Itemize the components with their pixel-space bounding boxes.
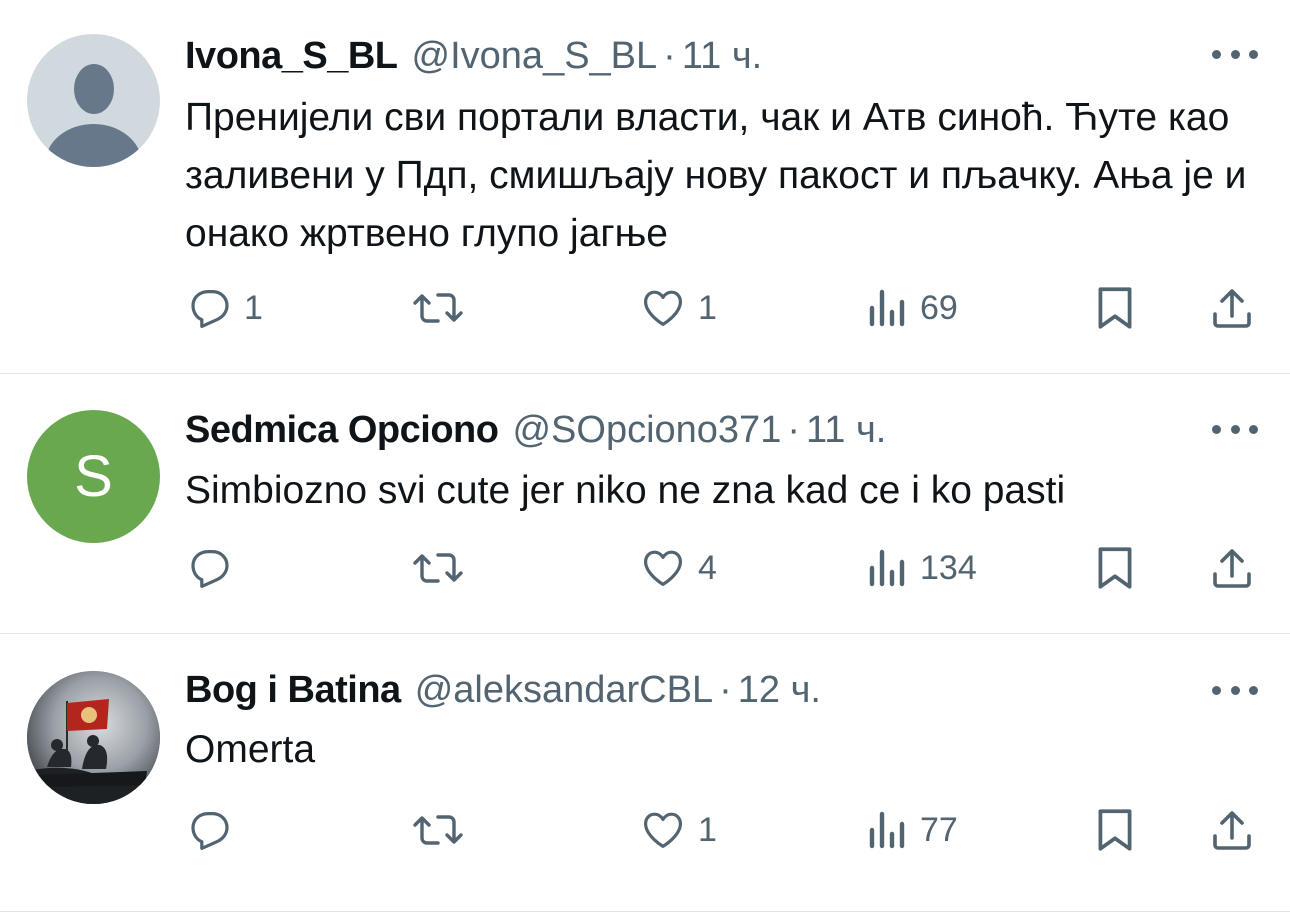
display-name[interactable]: Sedmica Opciono: [185, 408, 499, 452]
views-icon: [869, 811, 905, 849]
tweet[interactable]: Ivona_S_BL @Ivona_S_BL · 11 ч. Пренијели…: [0, 0, 1290, 374]
like-button[interactable]: 1: [638, 800, 717, 860]
reply-feed: Ivona_S_BL @Ivona_S_BL · 11 ч. Пренијели…: [0, 0, 1290, 916]
bookmark-button[interactable]: [1094, 538, 1136, 598]
tweet-actions: 1 77: [0, 800, 1290, 860]
share-icon: [1213, 811, 1251, 850]
tweet[interactable]: S Sedmica Opciono @SOpciono371 · 11 ч. S…: [0, 374, 1290, 634]
bookmark-icon: [1098, 287, 1132, 329]
avatar[interactable]: [27, 671, 160, 804]
display-name[interactable]: Bog i Batina: [185, 668, 401, 712]
avatar-letter: S: [74, 444, 113, 509]
heart-icon: [644, 290, 682, 326]
view-count: 134: [920, 548, 977, 587]
more-icon[interactable]: [1212, 48, 1258, 60]
share-button[interactable]: [1208, 800, 1256, 860]
retweet-button[interactable]: [410, 800, 466, 860]
tweet-text: Simbiozno svi cute jer niko ne zna kad c…: [185, 469, 1066, 512]
separator: ·: [719, 669, 732, 711]
display-name[interactable]: Ivona_S_BL: [185, 34, 398, 78]
heart-icon: [644, 550, 682, 586]
bookmark-icon: [1098, 547, 1132, 589]
tweet-text: Пренијели сви портали власти, чак и Атв …: [185, 96, 1247, 255]
view-count: 77: [920, 810, 958, 849]
views-icon: [869, 549, 905, 587]
more-icon[interactable]: [1212, 684, 1258, 696]
default-profile-icon: [74, 64, 114, 114]
tweet-actions: 4 134: [0, 538, 1290, 598]
bookmark-button[interactable]: [1094, 800, 1136, 860]
retweet-icon: [413, 553, 463, 583]
heart-icon: [644, 812, 682, 848]
like-count: 4: [698, 548, 717, 587]
share-icon: [1213, 549, 1251, 588]
user-handle[interactable]: @SOpciono371: [512, 408, 781, 452]
retweet-icon: [413, 815, 463, 845]
share-button[interactable]: [1208, 538, 1256, 598]
avatar[interactable]: [27, 34, 160, 167]
views-button[interactable]: 69: [866, 278, 958, 338]
tweet-text: Omerta: [185, 728, 316, 771]
like-count: 1: [698, 810, 717, 849]
view-count: 69: [920, 288, 958, 327]
share-button[interactable]: [1208, 278, 1256, 338]
reply-icon: [191, 290, 229, 328]
user-handle[interactable]: @aleksandarCBL: [415, 668, 713, 712]
like-button[interactable]: 1: [638, 278, 717, 338]
tweet-header: Ivona_S_BL @Ivona_S_BL · 11 ч.: [185, 34, 762, 78]
tweet-header: Bog i Batina @aleksandarCBL · 12 ч.: [185, 668, 821, 712]
more-icon[interactable]: [1212, 423, 1258, 435]
tweet[interactable]: Bog i Batina @aleksandarCBL · 12 ч. Omer…: [0, 634, 1290, 912]
timestamp[interactable]: 11 ч.: [682, 34, 762, 78]
reply-button[interactable]: [186, 538, 244, 598]
bookmark-icon: [1098, 809, 1132, 851]
like-button[interactable]: 4: [638, 538, 717, 598]
tweet-actions: 1 1 69: [0, 278, 1290, 338]
reply-button[interactable]: 1: [186, 278, 263, 338]
views-button[interactable]: 134: [866, 538, 977, 598]
reply-count: 1: [244, 288, 263, 327]
views-button[interactable]: 77: [866, 800, 958, 860]
separator: ·: [787, 409, 800, 451]
user-handle[interactable]: @Ivona_S_BL: [412, 34, 658, 78]
reply-icon: [191, 812, 229, 850]
timestamp[interactable]: 12 ч.: [738, 668, 821, 712]
like-count: 1: [698, 288, 717, 327]
views-icon: [869, 289, 905, 327]
retweet-button[interactable]: [410, 538, 466, 598]
reply-icon: [191, 550, 229, 588]
reply-button[interactable]: [186, 800, 244, 860]
retweet-button[interactable]: [410, 278, 466, 338]
photo-avatar: [27, 671, 160, 804]
avatar[interactable]: S: [27, 410, 160, 543]
tweet-header: Sedmica Opciono @SOpciono371 · 11 ч.: [185, 408, 886, 452]
share-icon: [1213, 289, 1251, 328]
separator: ·: [663, 35, 676, 77]
retweet-icon: [413, 293, 463, 323]
timestamp[interactable]: 11 ч.: [806, 408, 886, 452]
bookmark-button[interactable]: [1094, 278, 1136, 338]
